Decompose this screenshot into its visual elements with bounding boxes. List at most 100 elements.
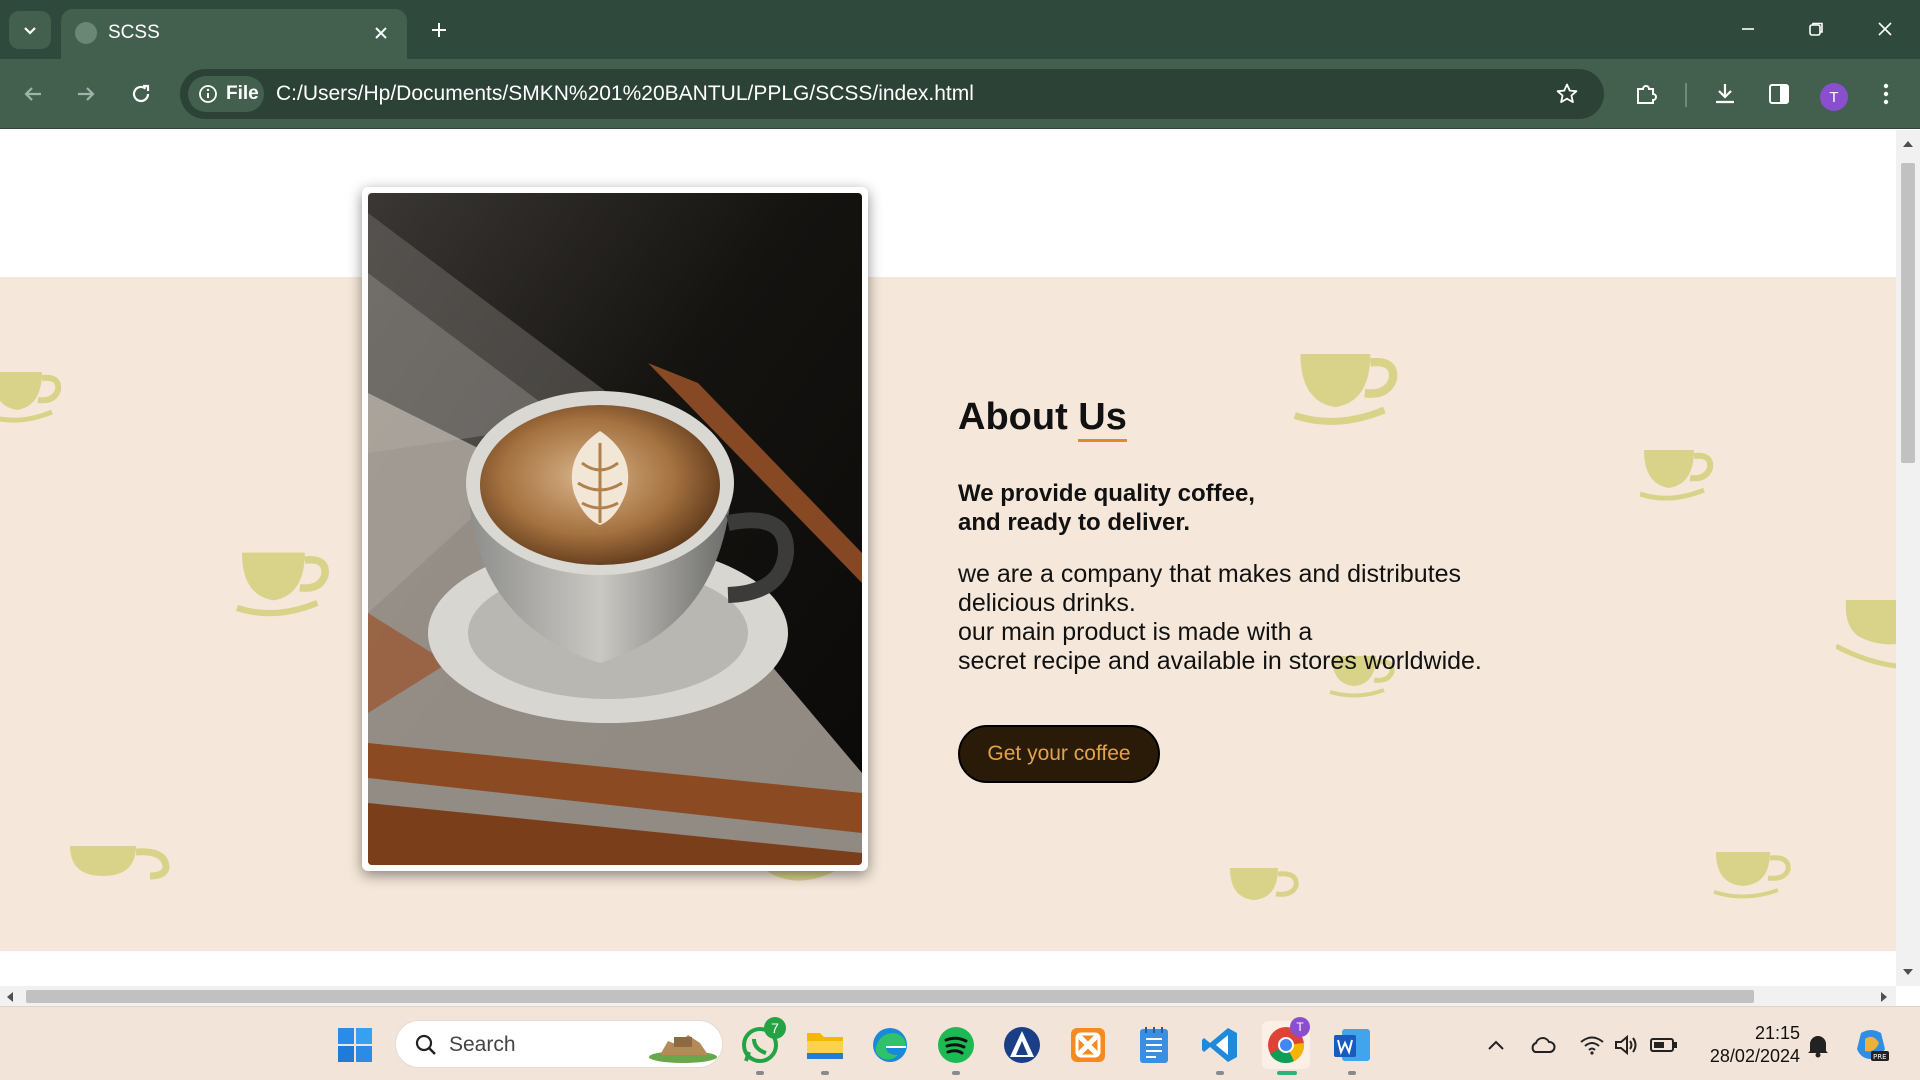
downloads-button[interactable] (1704, 73, 1746, 115)
desc-line1: we are a company that makes and distribu… (958, 560, 1462, 588)
vertical-scrollbar[interactable] (1896, 130, 1920, 986)
close-icon (1878, 22, 1892, 36)
edge-icon (873, 1028, 907, 1062)
taskbar-spotify[interactable] (932, 1021, 980, 1069)
taskbar-whatsapp[interactable]: 7 (736, 1017, 786, 1069)
horizontal-scrollbar[interactable] (0, 986, 1896, 1006)
about-title: About Us (958, 396, 1127, 442)
tab-title: SCSS (108, 22, 160, 43)
tagline: We provide quality coffee, and ready to … (958, 479, 1255, 537)
taskbar-notepad[interactable] (1130, 1021, 1178, 1069)
scroll-down-icon[interactable] (1902, 968, 1914, 976)
running-indicator (756, 1071, 764, 1075)
wifi-tray[interactable] (1574, 1021, 1610, 1069)
close-window-button[interactable] (1857, 8, 1913, 50)
puzzle-icon (1637, 85, 1657, 104)
coffee-cup-icon (1640, 450, 1714, 501)
menu-button[interactable] (1865, 73, 1907, 115)
minimize-icon (1742, 28, 1754, 30)
tab-search-button[interactable] (9, 11, 51, 49)
coffee-cup-icon (1230, 868, 1299, 900)
running-indicator (952, 1071, 960, 1075)
bell-icon (1808, 1036, 1828, 1058)
show-hidden-icons-button[interactable] (1478, 1021, 1514, 1069)
address-bar[interactable]: File C:/Users/Hp/Documents/SMKN%201%20BA… (180, 69, 1604, 119)
horizontal-scrollbar-thumb[interactable] (26, 990, 1754, 1003)
desc-line3: our main product is made with a (958, 618, 1313, 646)
star-icon (1556, 83, 1578, 103)
copilot-button[interactable]: PRE (1848, 1021, 1894, 1069)
running-indicator (1348, 1071, 1356, 1075)
tagline-line1: We provide quality coffee, (958, 480, 1255, 507)
notifications-button[interactable] (1800, 1021, 1836, 1069)
vscode-icon (1202, 1028, 1237, 1062)
taskbar-vscode[interactable] (1196, 1021, 1244, 1069)
taskbar-xampp[interactable] (1064, 1021, 1112, 1069)
bookmark-button[interactable] (1551, 78, 1583, 110)
windows-start-icon (338, 1028, 372, 1062)
chevron-up-icon (1488, 1040, 1504, 1050)
onedrive-tray[interactable] (1524, 1021, 1560, 1069)
running-indicator (821, 1071, 829, 1075)
url-text[interactable]: C:/Users/Hp/Documents/SMKN%201%20BANTUL/… (276, 82, 974, 106)
desc-line2: delicious drinks. (958, 589, 1136, 617)
system-clock[interactable]: 21:15 28/02/2024 (1700, 1022, 1800, 1068)
battery-tray[interactable] (1646, 1021, 1682, 1069)
more-vertical-icon (1883, 83, 1889, 105)
reload-button[interactable] (120, 73, 162, 115)
side-panel-button[interactable] (1758, 73, 1800, 115)
search-highlight-image (649, 1035, 717, 1063)
taskbar-edge[interactable] (866, 1021, 914, 1069)
toolbar-separator (1685, 83, 1687, 107)
cloud-icon (1531, 1037, 1556, 1053)
arrow-right-icon (78, 87, 95, 101)
arrow-left-icon (24, 87, 41, 101)
app-icon (1004, 1027, 1040, 1063)
taskbar-app[interactable] (998, 1021, 1046, 1069)
site-info-chip[interactable]: File (188, 76, 264, 112)
running-indicator (1216, 1071, 1224, 1075)
restore-button[interactable] (1788, 8, 1844, 50)
reload-icon (132, 84, 150, 103)
taskbar-file-explorer[interactable] (801, 1021, 849, 1069)
taskbar-search[interactable]: Search (395, 1020, 723, 1068)
search-icon (415, 1034, 436, 1055)
page-viewport: About Us We provide quality coffee, and … (0, 130, 1896, 986)
browser-toolbar: File C:/Users/Hp/Documents/SMKN%201%20BA… (0, 59, 1920, 129)
coffee-photo (368, 193, 862, 865)
tab-close-button[interactable] (367, 19, 395, 47)
download-icon (1716, 84, 1734, 104)
scroll-up-icon[interactable] (1902, 140, 1914, 148)
about-title-accent: Us (1078, 396, 1127, 442)
tagline-line2: and ready to deliver. (958, 509, 1191, 536)
description: we are a company that makes and distribu… (958, 560, 1482, 676)
profile-avatar[interactable]: T (1820, 83, 1848, 111)
coffee-cup-icon (0, 372, 62, 423)
back-button[interactable] (12, 73, 54, 115)
volume-tray[interactable] (1608, 1021, 1644, 1069)
get-coffee-button[interactable]: Get your coffee (958, 725, 1160, 783)
coffee-cup-icon (236, 552, 329, 617)
start-button[interactable] (331, 1021, 379, 1069)
taskbar-chrome[interactable]: T (1262, 1017, 1310, 1069)
whatsapp-badge: 7 (764, 1017, 786, 1039)
minimize-button[interactable] (1720, 8, 1776, 50)
word-icon (1334, 1029, 1370, 1061)
coffee-cup-icon (1836, 600, 1896, 669)
forward-button[interactable] (65, 73, 107, 115)
xampp-icon (1071, 1028, 1105, 1062)
scroll-right-icon[interactable] (1880, 991, 1888, 1003)
new-tab-button[interactable] (422, 13, 456, 47)
scroll-left-icon[interactable] (6, 991, 14, 1003)
svg-text:PRE: PRE (1873, 1053, 1887, 1061)
tab-scss[interactable]: SCSS (61, 9, 407, 59)
chevron-down-icon (24, 27, 36, 35)
info-icon (199, 85, 217, 103)
taskbar-word[interactable] (1328, 1021, 1376, 1069)
active-indicator (1277, 1071, 1297, 1075)
vertical-scrollbar-thumb[interactable] (1901, 163, 1915, 463)
extensions-button[interactable] (1625, 73, 1667, 115)
restore-icon (1809, 22, 1823, 36)
side-panel-icon (1769, 84, 1789, 104)
file-explorer-icon (807, 1033, 843, 1059)
